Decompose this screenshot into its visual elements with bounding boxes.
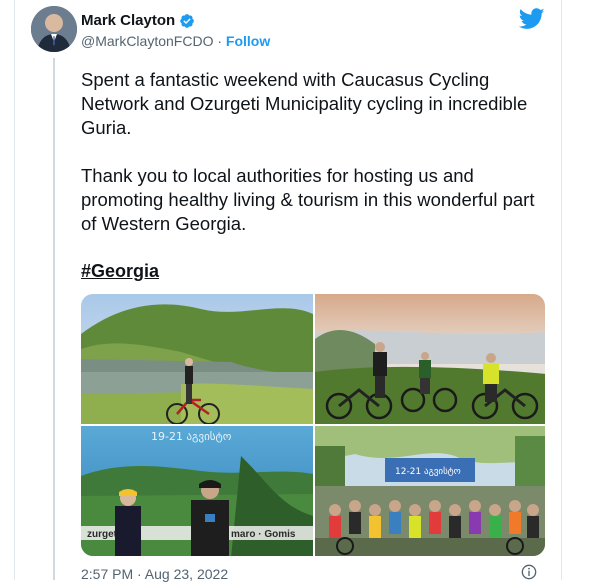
twitter-bird-icon[interactable]	[519, 8, 545, 30]
mountain-cyclists-photo[interactable]	[315, 294, 545, 424]
follow-button[interactable]: Follow	[226, 33, 270, 49]
banner-date-text: 19-21 აგვისტო	[151, 430, 232, 443]
author-handle[interactable]: @MarkClaytonFCDO	[81, 33, 213, 49]
banner-group-photo[interactable]: 19-21 აგვისტო zurgeti maro · Gomis	[81, 426, 313, 556]
verified-badge-icon	[180, 13, 195, 28]
tweet-paragraph-1: Spent a fantastic weekend with Caucasus …	[81, 69, 528, 138]
lake-cyclist-photo[interactable]	[81, 294, 313, 424]
tweet-paragraph-2: Thank you to local authorities for hosti…	[81, 165, 535, 234]
separator-dot: ·	[217, 33, 223, 49]
avatar[interactable]	[31, 6, 77, 52]
large-group-banner: 12-21 აგვისტო	[395, 466, 461, 477]
handle-row: @MarkClaytonFCDO · Follow	[81, 33, 270, 49]
author-row: Mark Clayton	[81, 12, 195, 29]
author-name[interactable]: Mark Clayton	[81, 12, 175, 29]
photo3-banner-right: maro · Gomis	[231, 529, 296, 540]
tweet-card: Mark Clayton @MarkClaytonFCDO · Follow S…	[14, 0, 562, 582]
hashtag-link[interactable]: #Georgia	[81, 261, 159, 282]
thread-line	[53, 58, 55, 580]
tweet-body: Spent a fantastic weekend with Caucasus …	[81, 68, 541, 260]
media-grid: 19-21 აგვისტო zurgeti maro · Gomis 12-21…	[81, 294, 545, 556]
info-icon[interactable]	[521, 564, 537, 580]
large-group-photo[interactable]: 12-21 აგვისტო	[315, 426, 545, 556]
